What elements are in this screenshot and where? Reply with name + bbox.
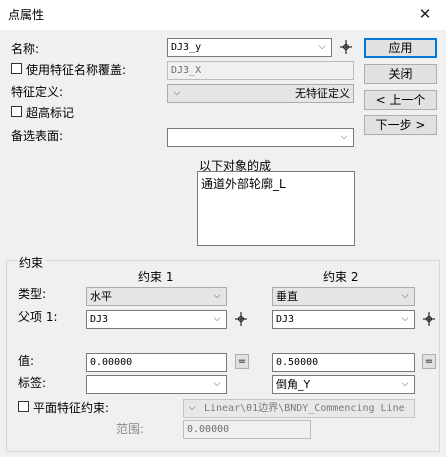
- alt-surface-label: 备选表面:: [11, 129, 64, 143]
- constraint-1-equals-button[interactable]: =: [235, 354, 249, 369]
- elevation-mark-label: 超高标记: [26, 106, 75, 120]
- list-item[interactable]: 通道外部轮廓_L: [201, 175, 351, 192]
- plane-constraint-combo: ⌵ Linear\01边界\BNDY_Commencing Line: [183, 399, 415, 418]
- apply-button[interactable]: 应用: [364, 38, 437, 58]
- chevron-down-icon: ⌵: [401, 379, 409, 389]
- constraint-2-parent-value: DJ3: [276, 314, 295, 325]
- override-label: 使用特征名称覆盖:: [26, 63, 127, 77]
- chevron-down-icon: ⌵: [213, 314, 221, 324]
- composed-of-list[interactable]: 通道外部轮廓_L: [197, 171, 355, 246]
- feature-def-label: 特征定义:: [11, 85, 64, 99]
- type-label: 类型:: [18, 287, 47, 301]
- constraint-2-type-value: 垂直: [276, 290, 298, 303]
- constraint-1-type-combo[interactable]: 水平 ⌵: [86, 287, 227, 306]
- constraint-1-parent-value: DJ3: [90, 314, 109, 325]
- name-value: DJ3_y: [171, 42, 202, 53]
- plane-constraint-value: Linear\01边界\BNDY_Commencing Line: [204, 403, 405, 414]
- chevron-down-icon: ⌵: [340, 132, 348, 142]
- alt-surface-combo[interactable]: ⌵: [167, 128, 354, 147]
- constraint-1-tag-combo[interactable]: ⌵: [86, 375, 227, 394]
- constraint-1-parent-combo[interactable]: DJ3 ⌵: [86, 310, 227, 329]
- chevron-down-icon: ⌵: [173, 88, 181, 98]
- plane-constraint-label: 平面特征约束:: [33, 401, 110, 415]
- constraints-group-label: 约束: [17, 254, 46, 271]
- constraint-2-equals-button[interactable]: =: [422, 354, 436, 369]
- next-button[interactable]: 下一步 >: [364, 115, 437, 135]
- chevron-down-icon: ⌵: [401, 291, 409, 301]
- close-icon[interactable]: ✕: [410, 4, 440, 24]
- constraint-1-value-field[interactable]: 0.00000: [86, 353, 227, 372]
- chevron-down-icon: ⌵: [213, 379, 221, 389]
- constraint-2-parent-combo[interactable]: DJ3 ⌵: [272, 310, 415, 329]
- feature-def-value: 无特征定义: [295, 87, 350, 100]
- crosshair-pick-icon[interactable]: [338, 38, 354, 56]
- crosshair-pick-icon[interactable]: [421, 310, 437, 328]
- chevron-down-icon: ⌵: [318, 42, 326, 52]
- tag-label: 标签:: [18, 376, 47, 390]
- range-label: 范围:: [116, 422, 145, 436]
- crosshair-pick-icon[interactable]: [233, 310, 249, 328]
- constraint-2-header: 约束 2: [323, 270, 359, 284]
- name-label: 名称:: [11, 42, 40, 56]
- constraint-2-type-combo[interactable]: 垂直 ⌵: [272, 287, 415, 306]
- previous-button[interactable]: < 上一个: [364, 90, 437, 110]
- dialog-title: 点属性: [8, 8, 45, 22]
- chevron-down-icon: ⌵: [401, 314, 409, 324]
- value-label: 值:: [18, 354, 35, 368]
- constraint-1-header: 约束 1: [138, 270, 174, 284]
- constraint-2-value-field[interactable]: 0.50000: [272, 353, 415, 372]
- override-name-field: DJ3_X: [167, 61, 354, 80]
- point-properties-dialog: 点属性 ✕ 名称: DJ3_y ⌵ 使用特征名称覆盖: DJ3_X 特征定义: …: [0, 0, 446, 457]
- range-field: 0.00000: [183, 420, 311, 439]
- close-button[interactable]: 关闭: [364, 64, 437, 84]
- constraint-2-tag-value: 倒角_Y: [276, 378, 311, 391]
- name-combo[interactable]: DJ3_y ⌵: [167, 38, 332, 57]
- chevron-down-icon: ⌵: [213, 291, 221, 301]
- feature-def-combo[interactable]: ⌵ 无特征定义: [167, 84, 354, 103]
- override-checkbox[interactable]: [11, 63, 22, 74]
- constraint-2-tag-combo[interactable]: 倒角_Y ⌵: [272, 375, 415, 394]
- elevation-mark-checkbox[interactable]: [11, 106, 22, 117]
- chevron-down-icon: ⌵: [188, 403, 196, 413]
- constraint-1-type-value: 水平: [90, 290, 112, 303]
- title-bar: 点属性 ✕: [0, 0, 446, 30]
- plane-constraint-checkbox[interactable]: [18, 401, 29, 412]
- parent-label: 父项 1:: [18, 310, 58, 324]
